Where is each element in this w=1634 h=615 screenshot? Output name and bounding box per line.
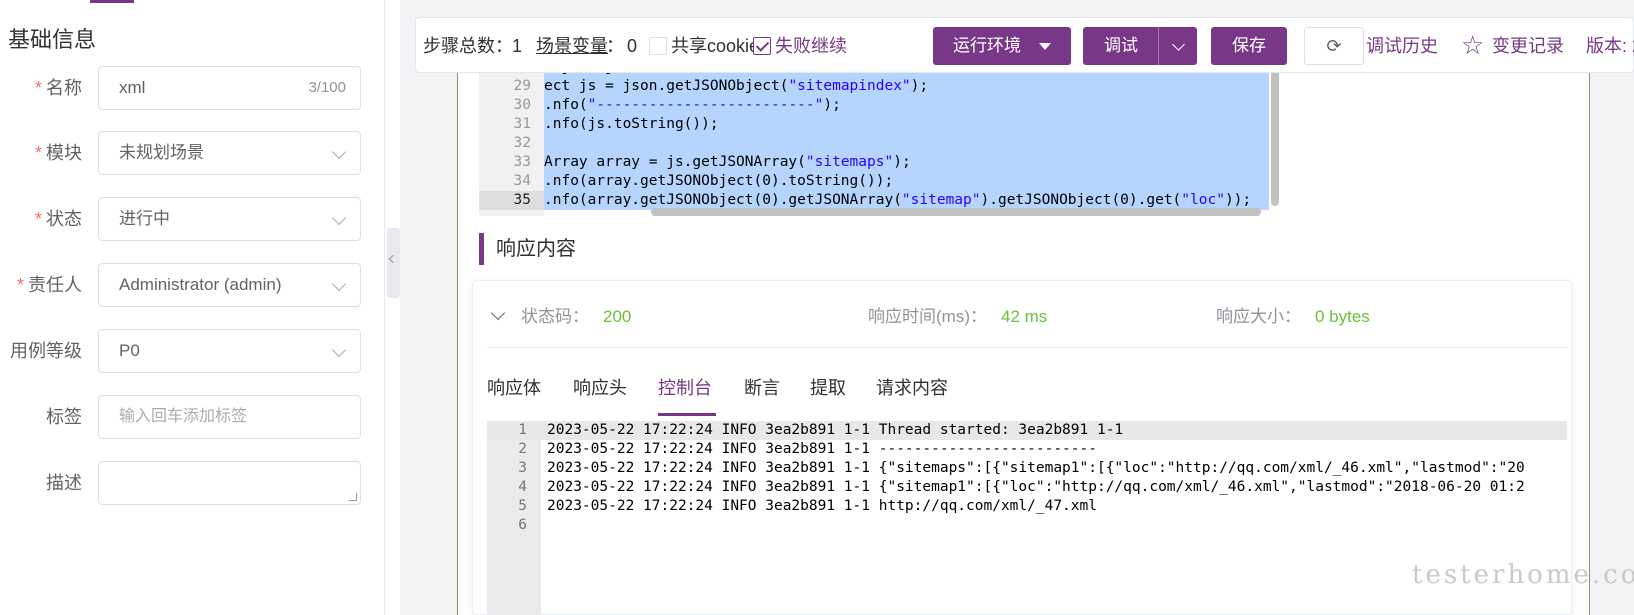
- response-panel: 状态码： 200 响应时间(ms)： 42 ms 响应大小： 0 bytes 响应体 …: [472, 280, 1572, 615]
- status-code-value: 200: [603, 307, 632, 326]
- tab-indicator: [90, 0, 134, 3]
- share-cookie-label[interactable]: 共享cookie: [671, 18, 759, 74]
- status-select[interactable]: 进行中: [98, 197, 361, 241]
- console-line: 6: [518, 517, 527, 533]
- tab-extract[interactable]: 提取: [810, 373, 846, 403]
- module-field-row: * 模块 未规划场景: [0, 131, 385, 175]
- scenario-editor-page: 基础信息 * 名称 xml 3/100 * 模块 未规划场景 * 状态 进行中 * 责任人…: [0, 0, 1634, 615]
- divider: [487, 347, 1567, 348]
- name-label: * 名称: [34, 78, 82, 98]
- level-select[interactable]: P0: [98, 329, 361, 373]
- fail-continue-label[interactable]: 失败继续: [775, 18, 847, 74]
- chevron-left-icon: [388, 254, 398, 264]
- tab-console[interactable]: 控制台: [658, 373, 712, 403]
- star-icon[interactable]: ☆: [1461, 30, 1484, 61]
- tab-assertions[interactable]: 断言: [744, 373, 780, 403]
- refresh-button[interactable]: ⟳: [1304, 27, 1364, 65]
- debug-history-link[interactable]: 调试历史: [1366, 18, 1438, 74]
- status-code-meta: 状态码： 200: [521, 307, 632, 326]
- name-input[interactable]: xml 3/100: [98, 66, 361, 110]
- name-field-row: * 名称 xml 3/100: [0, 66, 385, 110]
- tags-field-row: 标签 输入回车添加标签: [0, 395, 385, 439]
- watermark: testerhome.com: [1412, 560, 1634, 590]
- module-label: * 模块: [34, 143, 82, 163]
- char-counter: 3/100: [308, 79, 346, 96]
- owner-select[interactable]: Administrator (admin): [98, 263, 361, 307]
- owner-label: * 责任人: [16, 275, 82, 295]
- chevron-down-icon: [331, 342, 347, 358]
- status-label: * 状态: [34, 209, 82, 229]
- vertical-scrollbar[interactable]: [1271, 66, 1279, 206]
- debug-split-button[interactable]: 调试: [1083, 27, 1197, 65]
- script-code-editor[interactable]: 28object json = XmlUtils.xml2Json(xml); …: [479, 66, 1279, 216]
- scene-var-count: 0: [627, 36, 638, 56]
- code-line: 30 .nfo("-------------------------");: [479, 96, 1269, 115]
- scene-var-separator: ：: [606, 36, 624, 56]
- response-size-value: 0 bytes: [1315, 307, 1370, 326]
- panel-title: 基础信息: [8, 27, 97, 52]
- description-field-row: 描述: [0, 461, 385, 505]
- refresh-icon: ⟳: [1326, 36, 1342, 56]
- save-button[interactable]: 保存: [1211, 27, 1287, 65]
- console-line: 5 2023-05-22 17:22:24 INFO 3ea2b891 1-1 h…: [518, 498, 1097, 514]
- chevron-down-icon: [331, 210, 347, 226]
- step-total-label: 步骤总数：: [423, 36, 513, 56]
- scenario-toolbar: 步骤总数： 1 场景变量 ： 0 共享cookie 失败继续 运行环境 调试 保…: [415, 17, 1634, 73]
- panel-collapse-handle[interactable]: [387, 228, 400, 298]
- horizontal-scrollbar[interactable]: [651, 208, 1261, 216]
- change-log-link[interactable]: 变更记录: [1492, 18, 1564, 74]
- tags-label: 标签: [46, 407, 82, 427]
- response-time-value: 42 ms: [1000, 307, 1048, 326]
- version-label[interactable]: 版本: 2.: [1586, 18, 1634, 74]
- share-cookie-checkbox[interactable]: [649, 37, 667, 55]
- tags-input[interactable]: 输入回车添加标签: [98, 395, 361, 439]
- fail-continue-checkbox[interactable]: [753, 37, 771, 55]
- basic-info-panel: 基础信息 * 名称 xml 3/100 * 模块 未规划场景 * 状态 进行中 * 责任人…: [0, 0, 385, 615]
- code-line: 34 .nfo(array.getJSONObject(0).toString()…: [479, 172, 1269, 191]
- step-total-value: 1: [512, 36, 523, 56]
- response-size-meta: 响应大小： 0 bytes: [1216, 307, 1370, 326]
- chevron-down-icon: [331, 144, 347, 160]
- console-line: 3 2023-05-22 17:22:24 INFO 3ea2b891 1-1 {…: [518, 460, 1525, 476]
- code-line: 29 ect js = json.getJSONObject("sitemapin…: [479, 77, 1269, 96]
- status-field-row: * 状态 进行中: [0, 197, 385, 241]
- console-output[interactable]: 1 2023-05-22 17:22:24 INFO 3ea2b891 1-1 T…: [487, 421, 1567, 615]
- code-line: 32: [479, 134, 1269, 153]
- response-time-meta: 响应时间(ms)： 42 ms: [868, 307, 1048, 326]
- chevron-down-icon: [331, 276, 347, 292]
- console-line: 1 2023-05-22 17:22:24 INFO 3ea2b891 1-1 T…: [487, 421, 1567, 440]
- split-divider: [1158, 27, 1159, 65]
- scene-variables-link[interactable]: 场景变量: [536, 18, 608, 74]
- caret-down-icon: [1039, 43, 1051, 50]
- level-label: 用例等级: [10, 341, 82, 361]
- run-environment-button[interactable]: 运行环境: [933, 27, 1071, 65]
- response-section-title: 响应内容: [479, 233, 576, 265]
- tab-response-headers[interactable]: 响应头: [573, 373, 627, 403]
- resize-handle-icon[interactable]: [349, 493, 357, 501]
- chevron-down-icon[interactable]: [1172, 38, 1185, 51]
- level-field-row: 用例等级 P0: [0, 329, 385, 373]
- description-label: 描述: [46, 473, 82, 493]
- owner-field-row: * 责任人 Administrator (admin): [0, 263, 385, 307]
- description-textarea[interactable]: [98, 461, 361, 505]
- collapse-chevron-icon[interactable]: [490, 305, 506, 321]
- console-line: 4 2023-05-22 17:22:24 INFO 3ea2b891 1-1 {…: [518, 479, 1525, 495]
- module-select[interactable]: 未规划场景: [98, 131, 361, 175]
- tab-response-body[interactable]: 响应体: [487, 373, 541, 403]
- tab-request-content[interactable]: 请求内容: [876, 373, 948, 403]
- code-line: 33 Array array = js.getJSONArray("sitemap…: [479, 153, 1269, 172]
- code-line: 31 .nfo(js.toString());: [479, 115, 1269, 134]
- console-line: 2 2023-05-22 17:22:24 INFO 3ea2b891 1-1 -…: [518, 441, 1097, 457]
- active-tab-indicator: [658, 413, 716, 416]
